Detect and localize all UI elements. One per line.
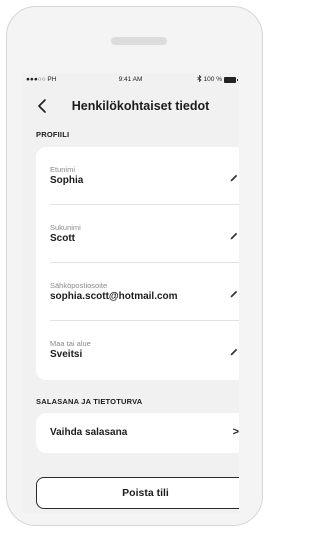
field-country[interactable]: Maa tai alue Sveitsi <box>36 321 239 378</box>
section-header-security: SALASANA JA TIETOTURVA <box>36 397 143 406</box>
status-bar: ●●●○○ PH 9:41 AM 100 % <box>22 73 239 87</box>
field-value: Scott <box>50 233 75 244</box>
status-right: 100 % <box>196 74 238 84</box>
field-email[interactable]: Sähköpostiosoite sophia.scott@hotmail.co… <box>36 263 239 320</box>
field-label: Sähköpostiosoite <box>50 281 108 290</box>
change-password-row[interactable]: Vaihda salasana > <box>36 413 239 453</box>
delete-account-button[interactable]: Poista tili <box>36 477 239 509</box>
battery-percent: 100 % <box>203 76 222 83</box>
bluetooth-icon <box>196 74 202 84</box>
pencil-icon[interactable] <box>229 228 239 240</box>
battery-icon <box>224 76 238 83</box>
field-last-name[interactable]: Sukunimi Scott <box>36 205 239 262</box>
field-value: Sveitsi <box>50 349 83 360</box>
pencil-icon[interactable] <box>229 170 239 182</box>
field-value: sophia.scott@hotmail.com <box>50 291 178 302</box>
profile-card: Etunimi Sophia Sukunimi Scott Sähköposti… <box>36 147 239 380</box>
page-title: Henkilökohtaiset tiedot <box>71 99 210 113</box>
chevron-left-icon[interactable] <box>36 98 50 114</box>
chevron-right-icon: > <box>232 426 239 438</box>
field-first-name[interactable]: Etunimi Sophia <box>36 147 239 204</box>
section-header-profile: PROFIILI <box>36 130 70 139</box>
nav-bar: Henkilökohtaiset tiedot <box>22 87 239 125</box>
pencil-icon[interactable] <box>229 286 239 298</box>
field-value: Sophia <box>50 175 84 186</box>
pencil-icon[interactable] <box>229 344 239 356</box>
field-label: Maa tai alue <box>50 339 91 348</box>
field-label: Etunimi <box>50 165 76 174</box>
change-password-label: Vaihda salasana <box>50 427 128 438</box>
phone-screen: ●●●○○ PH 9:41 AM 100 % Henkilökohtaiset … <box>22 73 239 513</box>
field-label: Sukunimi <box>50 223 81 232</box>
phone-speaker <box>111 37 167 45</box>
